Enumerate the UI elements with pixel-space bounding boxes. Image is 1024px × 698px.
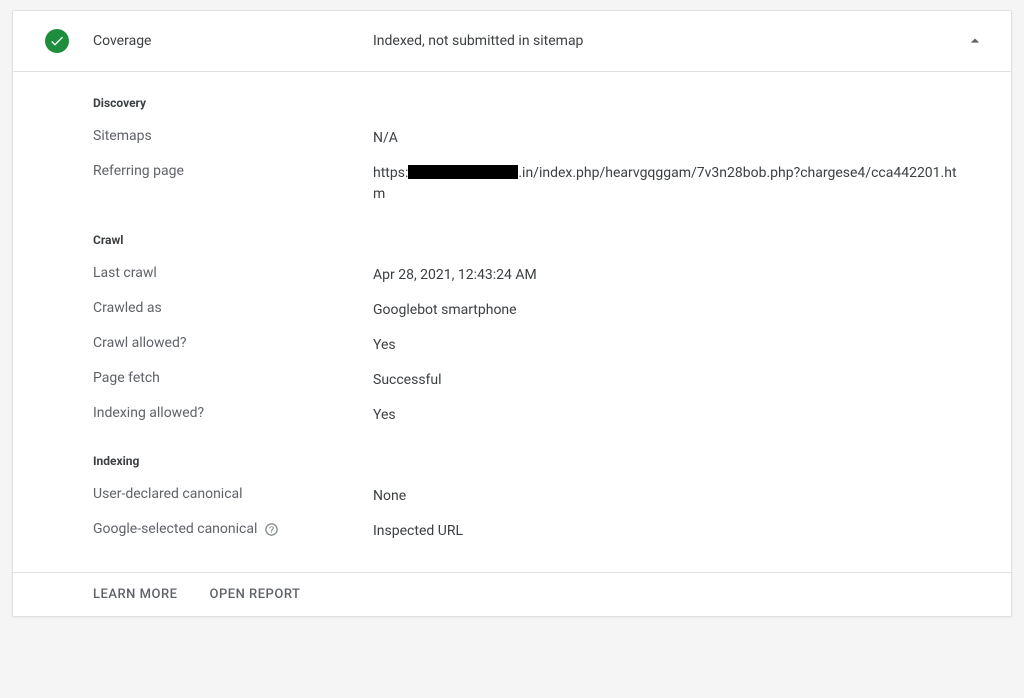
open-report-button[interactable]: OPEN REPORT — [209, 587, 300, 602]
value-google-canonical: Inspected URL — [373, 521, 987, 542]
label-google-canonical: Google-selected canonical — [93, 521, 373, 537]
row-sitemaps: Sitemaps N/A — [93, 128, 987, 149]
row-indexing-allowed: Indexing allowed? Yes — [93, 405, 987, 426]
label-crawled-as: Crawled as — [93, 300, 373, 316]
learn-more-button[interactable]: LEARN MORE — [93, 587, 177, 602]
value-page-fetch: Successful — [373, 370, 987, 391]
coverage-header[interactable]: Coverage Indexed, not submitted in sitem… — [13, 11, 1011, 72]
value-indexing-allowed: Yes — [373, 405, 987, 426]
row-crawl-allowed: Crawl allowed? Yes — [93, 335, 987, 356]
row-last-crawl: Last crawl Apr 28, 2021, 12:43:24 AM — [93, 265, 987, 286]
value-user-canonical: None — [373, 486, 987, 507]
section-title-indexing: Indexing — [93, 454, 987, 468]
value-referring-page: https:.in/index.php/hearvgqggam/7v3n28bo… — [373, 163, 987, 205]
section-title-crawl: Crawl — [93, 233, 987, 247]
label-referring-page: Referring page — [93, 163, 373, 179]
label-page-fetch: Page fetch — [93, 370, 373, 386]
coverage-card: Coverage Indexed, not submitted in sitem… — [12, 10, 1012, 617]
section-title-discovery: Discovery — [93, 96, 987, 110]
section-crawl: Crawl Last crawl Apr 28, 2021, 12:43:24 … — [93, 233, 987, 426]
coverage-footer: LEARN MORE OPEN REPORT — [13, 572, 1011, 616]
row-page-fetch: Page fetch Successful — [93, 370, 987, 391]
header-title: Coverage — [93, 33, 373, 49]
section-indexing: Indexing User-declared canonical None Go… — [93, 454, 987, 542]
help-icon[interactable] — [263, 521, 279, 537]
coverage-body: Discovery Sitemaps N/A Referring page ht… — [13, 72, 1011, 572]
label-user-canonical: User-declared canonical — [93, 486, 373, 502]
redacted-block — [408, 165, 518, 179]
value-sitemaps: N/A — [373, 128, 987, 149]
section-discovery: Discovery Sitemaps N/A Referring page ht… — [93, 96, 987, 205]
label-indexing-allowed: Indexing allowed? — [93, 405, 373, 421]
header-status: Indexed, not submitted in sitemap — [373, 33, 963, 49]
label-crawl-allowed: Crawl allowed? — [93, 335, 373, 351]
row-google-canonical: Google-selected canonical Inspected URL — [93, 521, 987, 542]
label-last-crawl: Last crawl — [93, 265, 373, 281]
chevron-up-icon[interactable] — [963, 29, 987, 53]
value-crawled-as: Googlebot smartphone — [373, 300, 987, 321]
value-last-crawl: Apr 28, 2021, 12:43:24 AM — [373, 265, 987, 286]
label-sitemaps: Sitemaps — [93, 128, 373, 144]
label-google-canonical-text: Google-selected canonical — [93, 521, 257, 537]
row-crawled-as: Crawled as Googlebot smartphone — [93, 300, 987, 321]
referring-prefix: https: — [373, 165, 408, 181]
value-crawl-allowed: Yes — [373, 335, 987, 356]
check-circle-icon — [45, 29, 69, 53]
row-user-canonical: User-declared canonical None — [93, 486, 987, 507]
row-referring-page: Referring page https:.in/index.php/hearv… — [93, 163, 987, 205]
